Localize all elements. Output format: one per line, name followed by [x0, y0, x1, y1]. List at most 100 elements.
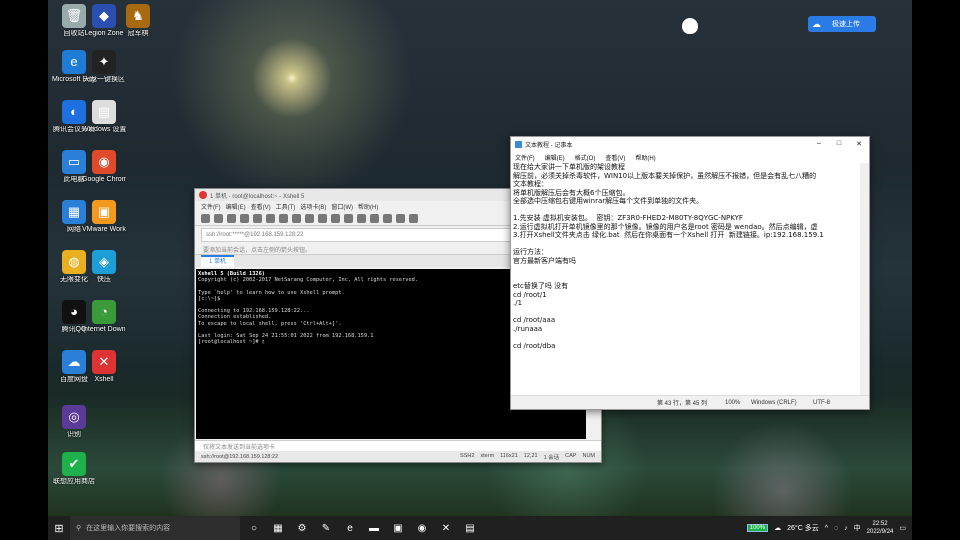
notepad-line: 1.先安装 虚拟机安装包。 密钥：ZF3R0-FHED2-M80TY-8QYGC…	[513, 214, 743, 222]
desktop-icon-label: 冠军棋	[127, 30, 149, 37]
xshell-menu-item[interactable]: 窗口(W)	[331, 202, 353, 211]
notepad-menu-item[interactable]: 编辑(E)	[545, 153, 565, 162]
xshell-menu-item[interactable]: 帮助(H)	[358, 202, 378, 211]
lock-icon[interactable]	[396, 213, 405, 223]
notepad-menu-item[interactable]: 帮助(H)	[635, 153, 655, 162]
notepad-line: 将单机版解压后会有大概6个压缩包。	[513, 188, 630, 197]
new-session-icon[interactable]	[201, 213, 210, 223]
taskbar-app-store-icon[interactable]: ▦	[268, 516, 288, 540]
desktop-icon[interactable]: ◈ 快压	[82, 250, 126, 284]
battery-indicator[interactable]: 100%	[746, 524, 769, 532]
close-icon[interactable]: ✕	[849, 140, 869, 148]
desktop-icon[interactable]: ▣ VMware Workstation	[82, 200, 126, 234]
desktop-icon[interactable]: ✦ 天龙一键换区	[82, 50, 126, 84]
desktop-icon[interactable]: ▤ Windows 设置 - 快...	[82, 100, 126, 134]
volume-icon[interactable]: ♪	[844, 525, 848, 532]
taskbar-app-paint-icon[interactable]: ✎	[316, 516, 336, 540]
desktop-icon[interactable]: ♞ 冠军棋	[116, 4, 160, 38]
desktop-icon[interactable]: ◎ 识别	[52, 405, 96, 439]
notepad-titlebar[interactable]: 文本教程 - 记事本 – □ ✕	[511, 137, 869, 151]
taskbar-app-vm-icon[interactable]: ▣	[388, 516, 408, 540]
notepad-menu-item[interactable]: 查看(V)	[605, 153, 625, 162]
desktop-icon-label: Windows 设置 - 快...	[82, 126, 126, 133]
vertical-scrollbar[interactable]	[860, 163, 869, 395]
print-icon[interactable]	[305, 213, 314, 223]
xshell-menu-item[interactable]: 文件(F)	[201, 202, 221, 211]
start-button[interactable]: ⊞	[48, 516, 70, 540]
desktop-icon[interactable]: ◉ Google Chrome	[82, 150, 126, 184]
taskbar-app-xshell-icon[interactable]: ✕	[436, 516, 456, 540]
disconnect-icon[interactable]	[240, 213, 249, 223]
xshell-menu-item[interactable]: 编辑(E)	[226, 202, 246, 211]
script-icon[interactable]	[357, 213, 366, 223]
keyboard-icon[interactable]	[383, 213, 392, 223]
reconnect-icon[interactable]	[227, 213, 236, 223]
open-folder-icon[interactable]	[214, 213, 223, 223]
notepad-window: 文本教程 - 记事本 – □ ✕ 文件(F) 编辑(E) 格式(O) 查看(V) 帮助(…	[510, 136, 870, 410]
weather-icon: ☁	[774, 525, 782, 532]
desktop-icon[interactable]: ◔ Internet Download	[82, 300, 126, 334]
desktop-icon-label: 识别	[67, 431, 81, 438]
windows-settings-icon: ▤	[92, 100, 116, 124]
cat-widget-icon[interactable]	[682, 18, 698, 34]
find-icon[interactable]	[292, 213, 301, 223]
desktop-icon-label: 快压	[97, 276, 111, 283]
weather[interactable]: 26°C 多云	[787, 523, 819, 533]
xshell-menu-item[interactable]: 查看(V)	[251, 202, 271, 211]
status-field: NUM	[582, 452, 595, 459]
taskbar-app-chrome-icon[interactable]: ◉	[412, 516, 432, 540]
xshell-menu-item[interactable]: 工具(T)	[276, 202, 296, 211]
copy-icon[interactable]	[266, 213, 275, 223]
xshell-menu-item[interactable]: 选项卡(B)	[300, 202, 326, 211]
globe-icon[interactable]	[344, 213, 353, 223]
notepad-menu-item[interactable]: 文件(F)	[515, 153, 535, 162]
cursor-position: 第 43 行，第 45 列	[657, 401, 708, 407]
upload-button[interactable]: ☁ 极速上传	[808, 16, 876, 32]
notepad-statusbar: 第 43 行，第 45 列 100% Windows (CRLF) UTF-8	[511, 395, 869, 409]
notepad-line	[513, 308, 859, 317]
zoom-level: 100%	[725, 399, 741, 406]
xshell-title: 1 单机 - root@localhost:~ - Xshell 5	[210, 193, 305, 200]
ime-indicator[interactable]: 中	[854, 523, 861, 533]
taskbar-search[interactable]: ⚲ 在这里输入你要搜索的内容	[70, 516, 240, 540]
kuaiya-icon: ◈	[92, 250, 116, 274]
clock-date: 2022/9/24	[866, 529, 894, 535]
xshell-icon: ✕	[92, 350, 116, 374]
status-field: 1 会话	[543, 454, 560, 461]
chevron-up-icon[interactable]: ^	[825, 525, 828, 532]
taskbar-app-gear-icon[interactable]: ⚙	[292, 516, 312, 540]
notepad-title: 文本教程 - 记事本	[525, 142, 573, 149]
legion-zone-icon: ◆	[92, 4, 116, 28]
taskbar-app-notepad-icon[interactable]: ▤	[460, 516, 480, 540]
color-scheme-icon[interactable]	[318, 213, 327, 223]
desktop-icon-label: VMware Workstation	[82, 226, 126, 233]
maximize-icon[interactable]: □	[829, 140, 849, 148]
compose-bar[interactable]: 仅将文本发送到当前选项卡	[195, 440, 601, 451]
desktop-icon[interactable]: ✕ Xshell	[82, 350, 126, 384]
notepad-line: ./runaaa	[513, 324, 543, 333]
paste-icon[interactable]	[279, 213, 288, 223]
notification-icon[interactable]: ▭	[899, 524, 906, 532]
transfer-icon[interactable]	[370, 213, 379, 223]
properties-icon[interactable]	[253, 213, 262, 223]
minimize-icon[interactable]: –	[809, 140, 829, 148]
desktop-icon[interactable]: ✔ 联想应用商店	[52, 452, 96, 486]
notepad-text-area[interactable]: 现在给大家讲一下单机版的架设教程 解压前，必须关掉杀毒软件，WIN10以上版本要关…	[513, 163, 859, 395]
clock[interactable]: 22:52 2022/9/24	[867, 520, 894, 536]
recognition-icon: ◎	[62, 405, 86, 429]
taskbar: ⊞ ⚲ 在这里输入你要搜索的内容 ○ ▦ ⚙ ✎ e ▬ ▣ ◉ ✕ ▤ 100…	[48, 516, 912, 540]
notepad-line: ./1	[513, 299, 523, 307]
notepad-menu-item[interactable]: 格式(O)	[575, 153, 596, 162]
status-field: SSH2	[460, 452, 475, 459]
desktop-icon-label: 联想应用商店	[53, 478, 95, 485]
taskbar-app-explorer-icon[interactable]: ▬	[364, 516, 384, 540]
help-icon[interactable]	[409, 213, 418, 223]
notepad-line	[513, 240, 859, 249]
notepad-line: etc替换了吗 没有	[513, 282, 569, 290]
chrome-icon: ◉	[92, 150, 116, 174]
taskbar-app-edge-icon[interactable]: e	[340, 516, 360, 540]
font-icon[interactable]	[331, 213, 340, 223]
task-view-icon[interactable]: ○	[244, 516, 264, 540]
network-tray-icon[interactable]: ◌	[834, 525, 838, 532]
tab-session-1[interactable]: 1 单机	[201, 255, 235, 267]
